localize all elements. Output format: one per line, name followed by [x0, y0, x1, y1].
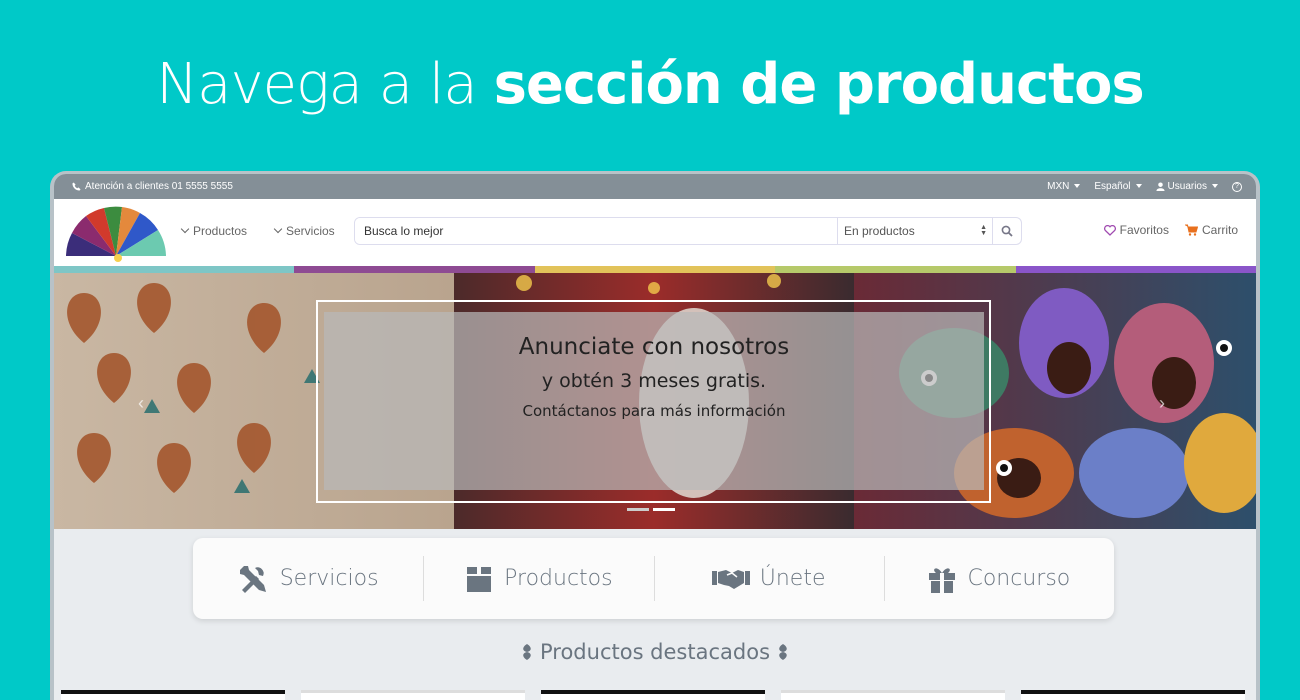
ornament-right-icon [779, 644, 787, 660]
product-card[interactable] [781, 690, 1005, 700]
category-label: Servicios [279, 566, 379, 591]
nav-services[interactable]: Servicios [275, 224, 335, 238]
favorites-label: Favoritos [1119, 223, 1169, 237]
product-card[interactable] [61, 690, 285, 700]
cart-link[interactable]: Carrito [1184, 223, 1238, 237]
banner-subtitle: y obtén 3 meses gratis. [541, 370, 767, 392]
help-icon[interactable]: ? [1232, 181, 1242, 192]
category-bar: Servicios Productos Únete Concurso [193, 538, 1114, 619]
box-icon [467, 566, 492, 592]
category-label: Concurso [967, 566, 1071, 591]
category-contest[interactable]: Concurso [883, 538, 1114, 619]
search-input[interactable] [355, 218, 837, 244]
user-icon [1155, 182, 1165, 191]
stripe-violet [1015, 266, 1256, 273]
search-icon [1001, 225, 1013, 237]
banner-caption: Anunciate con nosotros y obtén 3 meses g… [324, 312, 984, 490]
phone-text: Atención a clientes 01 5555 5555 [85, 181, 233, 192]
website-screen: Atención a clientes 01 5555 5555 MXN Esp… [54, 174, 1256, 700]
category-products[interactable]: Productos [423, 538, 653, 619]
ornament-left-icon [523, 644, 531, 660]
product-card[interactable] [301, 690, 525, 700]
cart-label: Carrito [1201, 223, 1238, 237]
phone-icon [72, 182, 81, 191]
page-headline: Navega a la sección de productos [0, 52, 1300, 117]
carousel-dot[interactable] [627, 508, 649, 511]
category-label: Únete [759, 566, 826, 591]
favorites-link[interactable]: Favoritos [1103, 223, 1169, 237]
featured-title: Productos destacados [539, 640, 771, 664]
stripe-green [775, 266, 1016, 273]
headline-prefix: Navega a la [156, 52, 494, 117]
tools-icon [239, 565, 266, 593]
chevron-down-icon [275, 224, 281, 238]
search-button[interactable] [992, 218, 1021, 244]
chevron-down-icon [182, 224, 188, 238]
product-card[interactable] [541, 690, 765, 700]
product-cards [61, 690, 1245, 700]
stripe-purple [294, 266, 535, 273]
search-bar: En productos ▲▼ [354, 217, 1022, 245]
hero-carousel[interactable]: Anunciate con nosotros y obtén 3 meses g… [54, 273, 1256, 529]
carousel-next-icon[interactable]: › [1159, 393, 1165, 414]
language-dropdown[interactable]: Español [1094, 181, 1141, 192]
gift-icon [929, 567, 956, 593]
currency-dropdown[interactable]: MXN [1047, 181, 1080, 192]
customer-service: Atención a clientes 01 5555 5555 [72, 181, 233, 192]
nav-services-label: Servicios [286, 224, 335, 238]
stripe-teal [54, 266, 295, 273]
featured-heading: Productos destacados [54, 640, 1256, 664]
search-scope-value: En productos [844, 224, 915, 238]
search-scope-select[interactable]: En productos ▲ ▼ [837, 218, 992, 244]
stripe-yellow [534, 266, 776, 273]
browser-frame: Atención a clientes 01 5555 5555 MXN Esp… [50, 171, 1260, 700]
product-card[interactable] [1021, 690, 1245, 700]
headline-bold: sección de productos [493, 52, 1145, 117]
nav-products-label: Productos [193, 224, 248, 238]
cart-icon [1184, 224, 1198, 236]
banner-contact: Contáctanos para más información [522, 402, 786, 420]
carousel-dot-active[interactable] [653, 508, 675, 511]
top-bar: Atención a clientes 01 5555 5555 MXN Esp… [54, 174, 1256, 199]
carousel-prev-icon[interactable]: ‹ [138, 393, 144, 414]
color-stripes [54, 266, 1256, 273]
users-dropdown[interactable]: Usuarios [1155, 181, 1218, 192]
users-label: Usuarios [1168, 181, 1218, 192]
logo-fan[interactable] [64, 206, 168, 262]
main-nav: Productos Servicios En productos ▲▼ Favor… [54, 199, 1256, 266]
category-join[interactable]: Únete [653, 538, 884, 619]
nav-products[interactable]: Productos [182, 224, 247, 238]
banner-title: Anunciate con nosotros [518, 334, 790, 360]
select-arrows-icon: ▲ ▼ [980, 224, 987, 237]
category-services[interactable]: Servicios [193, 538, 423, 619]
heart-icon [1103, 224, 1116, 236]
category-label: Productos [504, 566, 613, 591]
carousel-indicators [627, 508, 675, 511]
handshake-icon [711, 569, 750, 589]
